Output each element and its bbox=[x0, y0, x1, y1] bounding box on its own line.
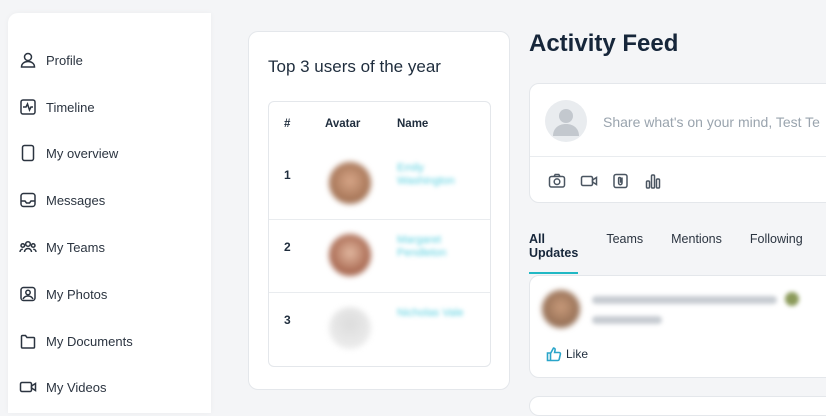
table-row: 3 Nicholas Vale bbox=[269, 295, 490, 366]
rank-value: 1 bbox=[284, 168, 291, 182]
column-header-avatar: Avatar bbox=[325, 118, 361, 130]
column-header-name: Name bbox=[397, 118, 429, 130]
feed-tabs: All Updates Teams Mentions Following bbox=[529, 232, 826, 274]
divider bbox=[530, 156, 826, 157]
tab-mentions[interactable]: Mentions bbox=[671, 232, 722, 260]
folder-icon bbox=[20, 334, 36, 349]
post-composer: Share what's on your mind, Test Te bbox=[529, 83, 826, 203]
timeline-icon bbox=[20, 99, 36, 115]
thumbs-up-icon bbox=[546, 347, 562, 362]
tab-all-updates[interactable]: All Updates bbox=[529, 232, 579, 274]
avatar bbox=[542, 290, 580, 328]
sidebar-item-label: My Videos bbox=[46, 379, 107, 395]
sidebar-item-label: Timeline bbox=[46, 99, 95, 115]
photo-icon bbox=[20, 286, 36, 302]
user-name-link[interactable]: Margaret Pendleton bbox=[397, 234, 467, 260]
sidebar-item-messages[interactable]: Messages bbox=[19, 188, 105, 212]
table-row: 2 Margaret Pendleton bbox=[269, 222, 490, 294]
top-users-title: Top 3 users of the year bbox=[268, 57, 441, 76]
avatar bbox=[329, 162, 371, 204]
document-icon bbox=[21, 144, 35, 162]
tab-following[interactable]: Following bbox=[750, 232, 803, 260]
blurred-post-header bbox=[592, 296, 777, 304]
rank-value: 2 bbox=[284, 240, 291, 254]
blurred-avatar bbox=[785, 292, 799, 306]
video-icon bbox=[19, 381, 37, 393]
activity-post bbox=[529, 396, 826, 416]
sidebar-item-profile[interactable]: Profile bbox=[19, 48, 83, 72]
column-header-rank: # bbox=[284, 118, 291, 130]
user-icon bbox=[20, 52, 36, 68]
activity-feed-title: Activity Feed bbox=[529, 30, 679, 57]
sidebar-item-label: My overview bbox=[46, 145, 119, 161]
camera-icon[interactable] bbox=[548, 172, 566, 190]
default-user-icon bbox=[553, 109, 579, 136]
sidebar-item-my-documents[interactable]: My Documents bbox=[19, 329, 133, 353]
sidebar-item-timeline[interactable]: Timeline bbox=[19, 95, 95, 119]
team-icon bbox=[19, 240, 37, 253]
sidebar-item-label: Profile bbox=[46, 52, 83, 68]
sidebar-item-label: My Teams bbox=[46, 239, 105, 255]
top-users-card: Top 3 users of the year # Avatar Name 1 … bbox=[248, 31, 510, 390]
like-label: Like bbox=[566, 347, 589, 361]
composer-input[interactable]: Share what's on your mind, Test Te bbox=[603, 114, 820, 130]
inbox-icon bbox=[20, 192, 36, 208]
top-users-table: # Avatar Name 1 Emily Washington 2 Marga… bbox=[268, 101, 491, 367]
sidebar-item-label: My Documents bbox=[46, 333, 133, 349]
avatar bbox=[329, 307, 371, 349]
sidebar: Profile Timeline My overview Messages My… bbox=[8, 13, 211, 413]
rank-value: 3 bbox=[284, 313, 291, 327]
user-name-link[interactable]: Emily Washington bbox=[397, 162, 467, 188]
sidebar-item-my-overview[interactable]: My overview bbox=[19, 141, 118, 165]
composer-toolbar bbox=[548, 172, 662, 190]
like-button[interactable]: Like bbox=[546, 346, 588, 362]
sidebar-item-label: My Photos bbox=[46, 286, 108, 302]
avatar bbox=[545, 100, 587, 142]
avatar bbox=[329, 234, 371, 276]
sidebar-item-my-videos[interactable]: My Videos bbox=[19, 375, 106, 399]
activity-post: Like bbox=[529, 275, 826, 378]
row-divider bbox=[269, 219, 490, 220]
user-name-link[interactable]: Nicholas Vale bbox=[397, 307, 467, 320]
blurred-post-time bbox=[592, 316, 662, 324]
row-divider bbox=[269, 292, 490, 293]
poll-icon[interactable] bbox=[644, 172, 662, 190]
sidebar-item-my-teams[interactable]: My Teams bbox=[19, 235, 105, 259]
table-row: 1 Emily Washington bbox=[269, 150, 490, 222]
attachment-icon[interactable] bbox=[612, 172, 630, 190]
video-icon[interactable] bbox=[580, 172, 598, 190]
sidebar-item-my-photos[interactable]: My Photos bbox=[19, 282, 107, 306]
sidebar-item-label: Messages bbox=[46, 192, 106, 208]
tab-teams[interactable]: Teams bbox=[606, 232, 643, 260]
